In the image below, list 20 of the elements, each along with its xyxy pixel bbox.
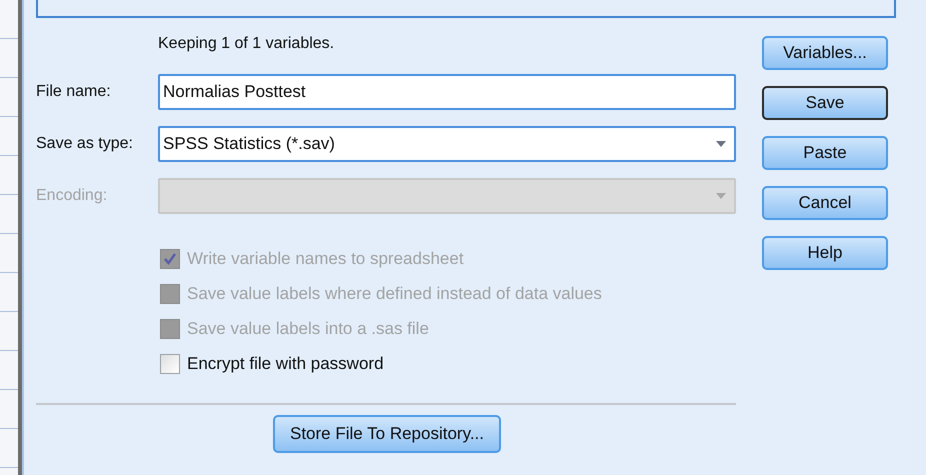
dialog-button[interactable]: Cancel — [762, 186, 888, 220]
dialog-button[interactable]: Help — [762, 236, 888, 270]
checkbox-label: Encrypt file with password — [187, 353, 384, 376]
dialog-button[interactable]: Variables... — [762, 36, 888, 70]
status-text: Keeping 1 of 1 variables. — [158, 34, 336, 54]
dialog-button[interactable]: Paste — [762, 136, 888, 170]
checkmark-icon — [163, 252, 177, 266]
checkbox-label: Save value labels into a .sas file — [187, 318, 429, 340]
checkbox-label: Save value labels where defined instead of data values — [187, 283, 602, 306]
dropdown-arrow-icon — [716, 193, 726, 199]
dropdown-arrow-icon — [716, 141, 726, 147]
checkbox[interactable] — [160, 354, 180, 374]
field-label: Encoding: — [36, 186, 108, 206]
field-label: File name: — [36, 82, 112, 102]
field-label: Save as type: — [36, 134, 134, 154]
store-file-button[interactable]: Store File To Repository... — [273, 415, 501, 453]
input-field[interactable]: Normalias Posttest — [158, 74, 736, 110]
dialog-button[interactable]: Save — [762, 86, 888, 120]
checkbox-label: Write variable names to spreadsheet — [187, 248, 464, 270]
dropdown-field[interactable]: SPSS Statistics (*.sav) — [158, 126, 736, 162]
